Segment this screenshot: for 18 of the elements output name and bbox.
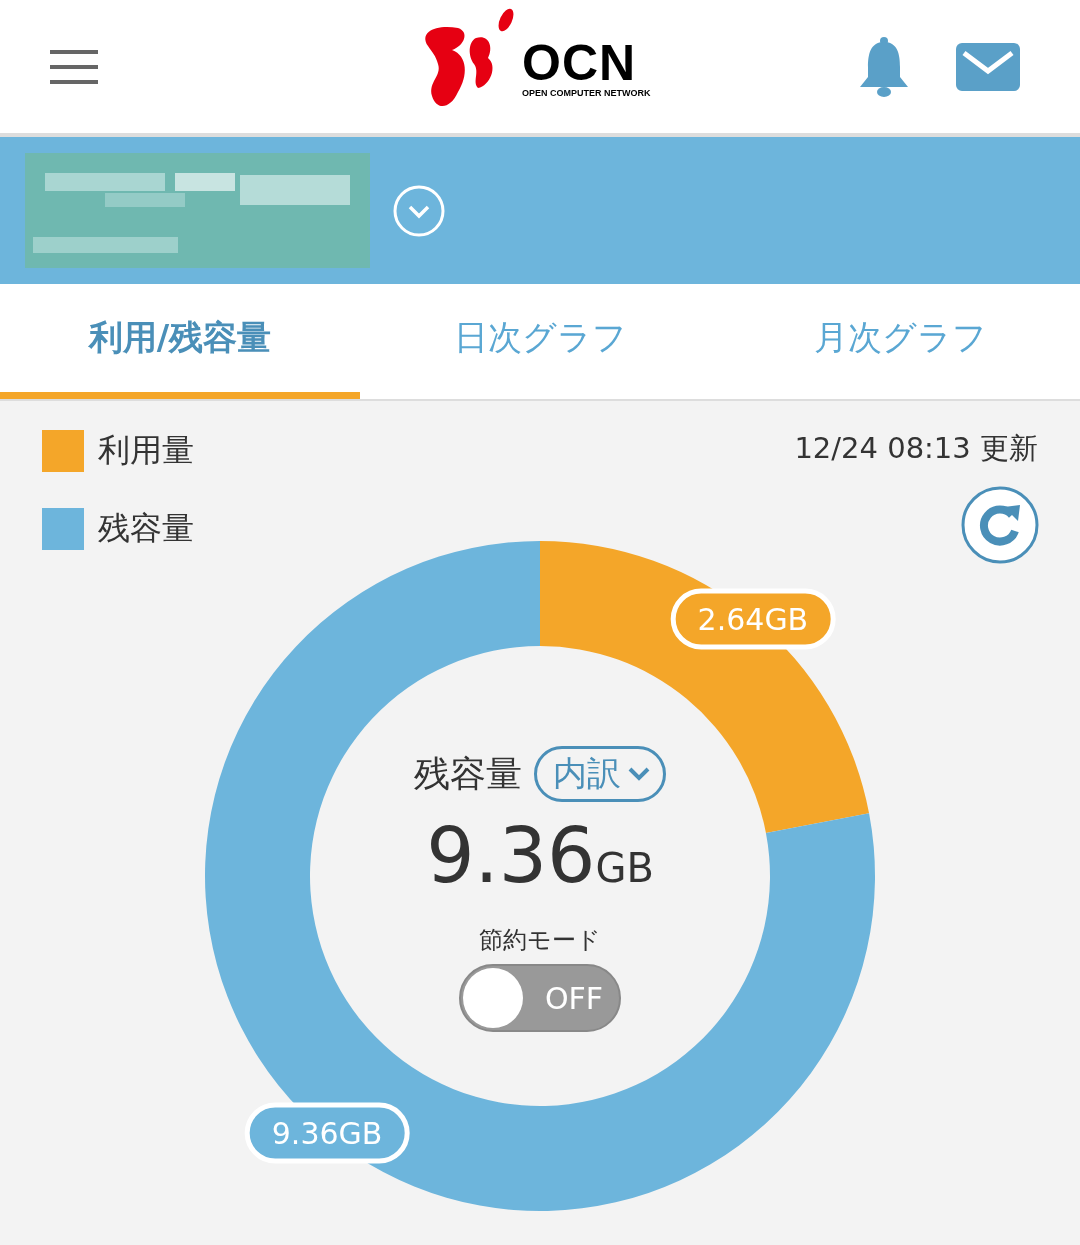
logo-subtitle: OPEN COMPUTER NETWORK	[522, 88, 651, 98]
menu-icon[interactable]	[50, 49, 98, 84]
savings-mode-label: 節約モード	[479, 925, 601, 956]
mail-icon[interactable]	[956, 42, 1020, 91]
bell-icon[interactable]	[858, 36, 910, 97]
remaining-value: 9.36GB	[426, 810, 654, 902]
center-label: 残容量	[414, 751, 522, 796]
value-label: 2.64GB	[670, 588, 836, 650]
updated-time: 12/24 08:13 更新	[794, 430, 1038, 467]
chevron-down-circle-icon[interactable]	[392, 183, 446, 238]
legend-label: 残容量	[98, 508, 194, 549]
legend-label: 利用量	[98, 430, 194, 471]
chevron-down-icon	[627, 766, 651, 782]
breakdown-button[interactable]: 内訳	[534, 746, 666, 802]
savings-mode-toggle[interactable]: OFF	[459, 964, 621, 1032]
refresh-icon[interactable]	[960, 485, 1040, 565]
logo-title: OCN	[522, 38, 637, 88]
value-label: 9.36GB	[244, 1102, 410, 1164]
